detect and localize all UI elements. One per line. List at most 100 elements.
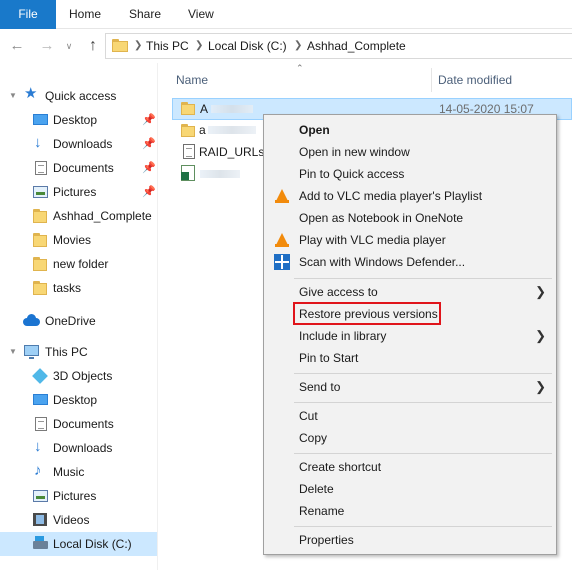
sidebar-item-label: Desktop (53, 113, 98, 127)
menu-item-add-vlc-playlist[interactable]: Add to VLC media player's Playlist (266, 185, 554, 207)
file-name: a (199, 123, 206, 137)
pictures-icon (33, 186, 48, 198)
breadcrumb-ashhad-complete[interactable]: Ashhad_Complete (307, 34, 406, 58)
menu-item-properties[interactable]: Properties (266, 529, 554, 551)
folder-icon (33, 233, 47, 247)
tab-share[interactable]: Share (129, 0, 161, 29)
sidebar-item-label: Pictures (53, 185, 97, 199)
pictures-icon (33, 490, 48, 502)
chevron-down-icon[interactable]: ▼ (9, 84, 17, 108)
chevron-down-icon[interactable]: ▼ (9, 340, 17, 364)
address-bar[interactable]: ❯ This PC ❯ Local Disk (C:) ❯ Ashhad_Com… (105, 33, 572, 59)
pin-icon[interactable]: 📌 (142, 180, 156, 204)
context-menu: Open Open in new window Pin to Quick acc… (263, 114, 557, 555)
arrow-up-icon[interactable]: ↑ (84, 37, 102, 55)
chevron-right-icon: ❯ (535, 284, 546, 299)
sidebar-item-label: Documents (53, 417, 114, 431)
arrow-left-icon[interactable]: ← (8, 37, 26, 55)
sidebar-item-this-pc[interactable]: ▼ This PC (0, 340, 157, 364)
sidebar-item-downloads-pc[interactable]: ↓ Downloads (0, 436, 157, 460)
vlc-cone-icon (274, 232, 290, 248)
sidebar-item-desktop-pc[interactable]: Desktop (0, 388, 157, 412)
column-header-name[interactable]: Name (176, 69, 208, 91)
menu-item-label: Pin to Quick access (299, 167, 405, 181)
sidebar-item-new-folder[interactable]: new folder (0, 252, 157, 276)
sidebar-item-tasks[interactable]: tasks (0, 276, 157, 300)
column-header-date-modified[interactable]: Date modified (438, 69, 512, 91)
navigation-bar: ← → ∨ ↑ ❯ This PC ❯ Local Disk (C:) ❯ As… (0, 29, 572, 63)
sort-up-icon: ⌃ (296, 63, 304, 73)
sidebar-item-onedrive[interactable]: OneDrive (0, 309, 157, 333)
sidebar-item-movies[interactable]: Movies (0, 228, 157, 252)
menu-item-open-onenote[interactable]: Open as Notebook in OneNote (266, 207, 554, 229)
desktop-icon (33, 394, 48, 405)
sidebar-item-label: Downloads (53, 441, 113, 455)
folder-icon (33, 209, 47, 223)
sidebar-item-pictures-pc[interactable]: Pictures (0, 484, 157, 508)
sidebar-item-label: Desktop (53, 393, 98, 407)
redacted-text (211, 105, 253, 113)
chevron-down-icon[interactable]: ∨ (63, 37, 75, 55)
sidebar-item-documents[interactable]: Documents 📌 (0, 156, 157, 180)
folder-icon (33, 281, 47, 295)
download-arrow-icon: ↓ (34, 438, 42, 455)
sidebar-item-label: Quick access (45, 89, 117, 103)
menu-item-cut[interactable]: Cut (266, 405, 554, 427)
menu-separator (294, 278, 552, 279)
menu-item-pin-start[interactable]: Pin to Start (266, 347, 554, 369)
sidebar-item-label: Documents (53, 161, 114, 175)
menu-separator (294, 453, 552, 454)
breadcrumb-local-disk[interactable]: Local Disk (C:) (208, 34, 287, 58)
menu-item-pin-quick-access[interactable]: Pin to Quick access (266, 163, 554, 185)
breadcrumb-this-pc[interactable]: This PC (146, 34, 189, 58)
menu-item-rename[interactable]: Rename (266, 500, 554, 522)
menu-item-copy[interactable]: Copy (266, 427, 554, 449)
drive-icon (33, 536, 48, 549)
sidebar-item-videos[interactable]: Videos (0, 508, 157, 532)
pin-icon[interactable]: 📌 (142, 108, 156, 132)
sidebar-item-downloads[interactable]: ↓ Downloads 📌 (0, 132, 157, 156)
menu-item-label: Rename (299, 504, 345, 518)
chevron-right-icon: ❯ (294, 40, 303, 51)
tab-view[interactable]: View (188, 0, 214, 29)
pin-icon[interactable]: 📌 (142, 132, 156, 156)
menu-item-give-access[interactable]: Give access to ❯ (266, 281, 554, 303)
menu-item-scan-defender[interactable]: Scan with Windows Defender... (266, 251, 554, 273)
column-divider[interactable] (431, 68, 432, 92)
menu-item-play-vlc[interactable]: Play with VLC media player (266, 229, 554, 251)
sidebar-item-local-disk[interactable]: Local Disk (C:) (0, 532, 157, 556)
menu-item-label: Open as Notebook in OneNote (299, 211, 464, 225)
menu-item-create-shortcut[interactable]: Create shortcut (266, 456, 554, 478)
arrow-right-icon[interactable]: → (38, 37, 56, 55)
pin-icon[interactable]: 📌 (142, 156, 156, 180)
menu-item-label: Open (299, 123, 330, 137)
sidebar-item-quick-access[interactable]: ▼ ★ Quick access (0, 84, 157, 108)
sidebar-item-documents-pc[interactable]: Documents (0, 412, 157, 436)
chevron-right-icon: ❯ (195, 40, 204, 51)
menu-item-label: Include in library (299, 329, 387, 343)
menu-item-label: Copy (299, 431, 328, 445)
sidebar-item-desktop[interactable]: Desktop 📌 (0, 108, 157, 132)
menu-item-open[interactable]: Open (266, 119, 554, 141)
menu-item-label: Open in new window (299, 145, 410, 159)
cloud-icon (23, 314, 40, 326)
menu-item-send-to[interactable]: Send to ❯ (266, 376, 554, 398)
navigation-pane: ▼ ★ Quick access Desktop 📌 ↓ Downloads 📌… (0, 63, 158, 570)
desktop-icon (33, 114, 48, 125)
sidebar-item-music[interactable]: ♪ Music (0, 460, 157, 484)
menu-item-delete[interactable]: Delete (266, 478, 554, 500)
sidebar-item-3d-objects[interactable]: 3D Objects (0, 364, 157, 388)
tab-file[interactable]: File (0, 0, 56, 29)
menu-item-include-library[interactable]: Include in library ❯ (266, 325, 554, 347)
sidebar-item-label: Movies (53, 233, 92, 247)
tab-home[interactable]: Home (69, 0, 101, 29)
windows-defender-icon (274, 254, 290, 270)
vlc-cone-icon (274, 188, 290, 204)
menu-item-open-new-window[interactable]: Open in new window (266, 141, 554, 163)
menu-item-label: Create shortcut (299, 460, 382, 474)
menu-item-label: Scan with Windows Defender... (299, 255, 466, 269)
sidebar-item-ashhad-complete[interactable]: Ashhad_Complete (0, 204, 157, 228)
document-icon (35, 417, 47, 431)
sidebar-item-pictures[interactable]: Pictures 📌 (0, 180, 157, 204)
sidebar-item-label: OneDrive (45, 314, 96, 328)
